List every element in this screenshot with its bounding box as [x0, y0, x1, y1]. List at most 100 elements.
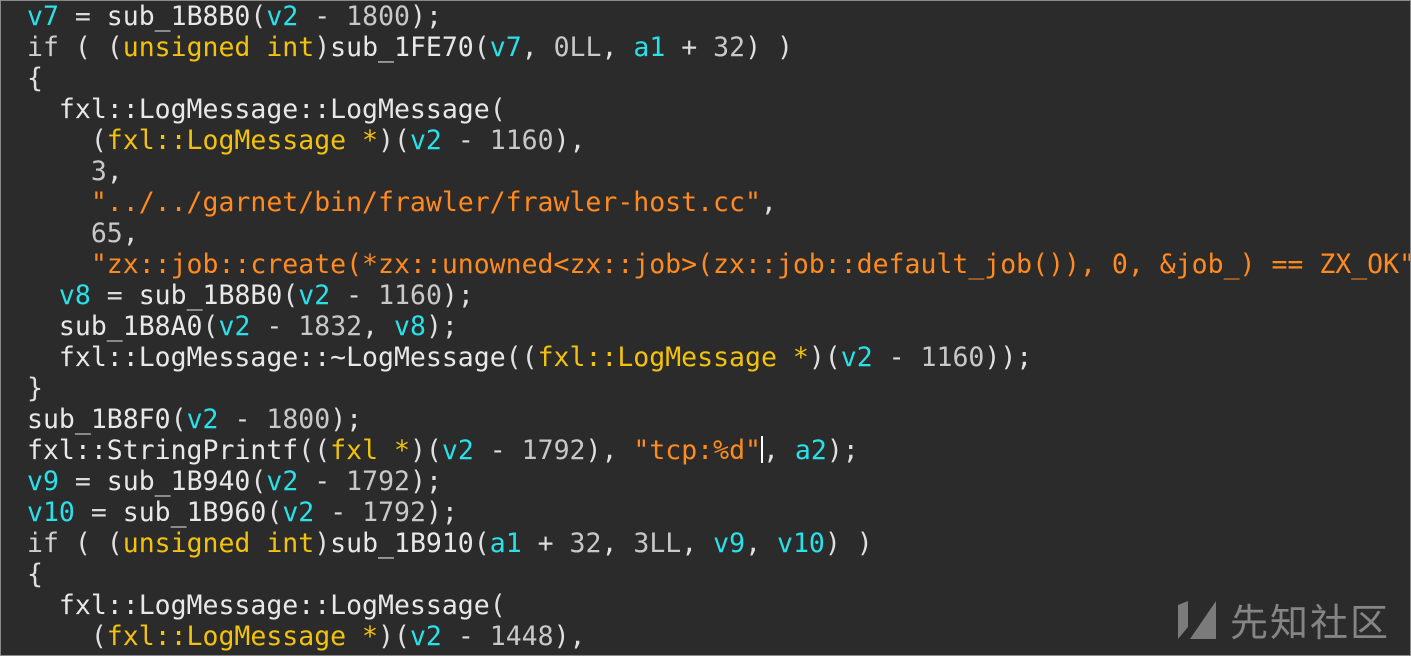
code-line[interactable]: v9 = sub_1B940(v2 - 1792); [27, 466, 1410, 497]
punctuation-token [27, 311, 59, 342]
variable-token: v2 [409, 125, 442, 156]
punctuation-token: { [27, 63, 43, 94]
variable-token: a1 [489, 528, 522, 559]
type-token: unsigned int [122, 32, 315, 63]
identifier-token: sub_1B8B0 [138, 280, 283, 311]
identifier-token: sub_1B8F0 [27, 404, 171, 435]
code-line[interactable]: v8 = sub_1B8B0(v2 - 1160); [27, 280, 1410, 311]
string-token: "../../garnet/bin/frawler/frawler-host.c… [90, 187, 761, 218]
operator-token: - [441, 621, 490, 652]
code-view[interactable]: v7 = sub_1B8B0(v2 - 1800); if ( (unsigned… [27, 1, 1410, 652]
punctuation-token: , [106, 156, 123, 187]
code-line[interactable]: sub_1B8F0(v2 - 1800); [27, 404, 1410, 435]
operator-token: - [250, 311, 299, 342]
punctuation-token: ( [266, 497, 283, 528]
code-line[interactable]: if ( (unsigned int)sub_1FE70(v7, 0LL, a1… [27, 32, 1410, 63]
identifier-token: sub_1B940 [106, 466, 251, 497]
number-token: 1160 [920, 342, 985, 373]
variable-token: v2 [409, 621, 442, 652]
punctuation-token: ); [441, 280, 474, 311]
punctuation-token: ( [250, 466, 267, 497]
punctuation-token: , [760, 187, 777, 218]
punctuation-token: ), [585, 435, 634, 466]
identifier-token: sub_1B8A0 [58, 311, 203, 342]
punctuation-token: ); [330, 404, 363, 435]
code-editor-window: v7 = sub_1B8B0(v2 - 1800); if ( (unsigned… [0, 0, 1411, 656]
operator-token: = [90, 280, 139, 311]
punctuation-token: ( [27, 125, 107, 156]
type-token: fxl::LogMessage * [106, 125, 379, 156]
code-line[interactable]: 3, [27, 156, 1410, 187]
code-line[interactable]: { [27, 559, 1410, 590]
code-line[interactable]: "zx::job::create(*zx::unowned<zx::job>(z… [27, 249, 1410, 280]
variable-token: v2 [186, 404, 219, 435]
punctuation-token: ); [425, 311, 458, 342]
variable-token: v9 [27, 466, 59, 497]
identifier-token: sub_1B910 [330, 528, 474, 559]
punctuation-token [27, 590, 59, 621]
punctuation-token [27, 280, 59, 311]
punctuation-token [27, 187, 91, 218]
punctuation-token: ( ( [58, 32, 123, 63]
variable-token: v2 [298, 280, 331, 311]
punctuation-token: { [27, 559, 43, 590]
punctuation-token: , [745, 528, 778, 559]
type-token: unsigned int [122, 528, 315, 559]
punctuation-token: (( [505, 342, 538, 373]
code-line[interactable]: "../../garnet/bin/frawler/frawler-host.c… [27, 187, 1410, 218]
code-line[interactable]: v10 = sub_1B960(v2 - 1792); [27, 497, 1410, 528]
identifier-token: sub_1B8B0 [106, 1, 251, 32]
code-line[interactable]: fxl::LogMessage::LogMessage( [27, 94, 1410, 125]
punctuation-token: )( [808, 342, 841, 373]
punctuation-token: ); [826, 435, 859, 466]
punctuation-token: , [521, 32, 554, 63]
code-line[interactable]: (fxl::LogMessage *)(v2 - 1160), [27, 125, 1410, 156]
punctuation-token: , [763, 435, 795, 466]
number-token: 1800 [266, 404, 331, 435]
variable-token: v8 [58, 280, 91, 311]
variable-token: a1 [633, 32, 666, 63]
number-token: 3 [90, 156, 107, 187]
variable-token: v10 [27, 497, 75, 528]
punctuation-token: ); [409, 466, 442, 497]
variable-token: v8 [394, 311, 426, 342]
operator-token: + [521, 528, 570, 559]
punctuation-token: ) ) [824, 528, 873, 559]
punctuation-token: )( [378, 621, 410, 652]
identifier-token: sub_1B960 [122, 497, 267, 528]
punctuation-token: ) ) [745, 32, 793, 63]
punctuation-token [27, 156, 91, 187]
variable-token: v2 [441, 435, 474, 466]
number-token: 1832 [298, 311, 363, 342]
number-token: 1792 [362, 497, 426, 528]
punctuation-token [27, 342, 59, 373]
variable-token: a2 [794, 435, 827, 466]
number-token: 1792 [346, 466, 410, 497]
code-line[interactable]: fxl::LogMessage::~LogMessage((fxl::LogMe… [27, 342, 1410, 373]
variable-token: v9 [713, 528, 746, 559]
variable-token: v10 [777, 528, 825, 559]
number-token: 65 [90, 218, 123, 249]
punctuation-token: ) [314, 528, 331, 559]
variable-token: v2 [266, 466, 299, 497]
type-token: fxl::LogMessage * [537, 342, 809, 373]
punctuation-token: ( [202, 311, 219, 342]
code-line[interactable]: { [27, 63, 1410, 94]
operator-token: = [74, 497, 123, 528]
code-line[interactable]: sub_1B8A0(v2 - 1832, v8); [27, 311, 1410, 342]
punctuation-token: , [601, 32, 634, 63]
code-line[interactable]: } [27, 373, 1410, 404]
code-line[interactable]: fxl::StringPrintf((fxl *)(v2 - 1792), "t… [27, 435, 1410, 466]
operator-token: - [218, 404, 267, 435]
variable-token: v7 [27, 1, 59, 32]
punctuation-token: ); [409, 1, 442, 32]
operator-token: - [872, 342, 921, 373]
variable-token: v2 [840, 342, 873, 373]
punctuation-token: ( [27, 621, 107, 652]
number-token: 1448 [489, 621, 554, 652]
code-line[interactable]: if ( (unsigned int)sub_1B910(a1 + 32, 3L… [27, 528, 1410, 559]
identifier-token: sub_1FE70 [330, 32, 474, 63]
code-line[interactable]: 65, [27, 218, 1410, 249]
code-line[interactable]: v7 = sub_1B8B0(v2 - 1800); [27, 1, 1410, 32]
operator-token: - [298, 466, 347, 497]
